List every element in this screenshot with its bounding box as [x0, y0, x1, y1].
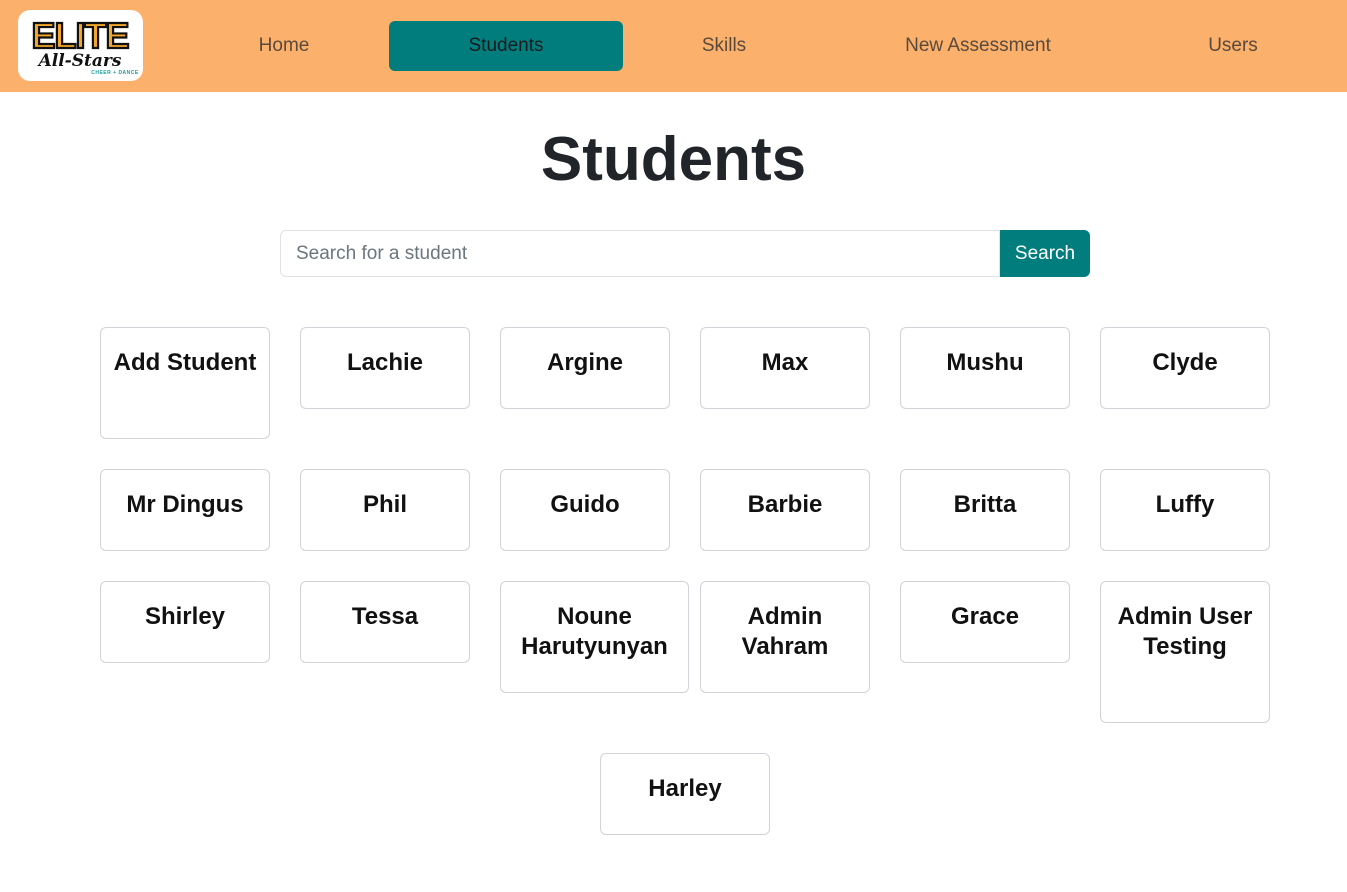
nav-users[interactable]: Users — [1133, 21, 1333, 71]
student-card[interactable]: Noune Harutyunyan — [500, 581, 689, 693]
student-card[interactable]: Admin User Testing — [1100, 581, 1270, 723]
page-title: Students — [540, 125, 807, 194]
nav-home[interactable]: Home — [184, 21, 384, 71]
student-card[interactable]: Lachie — [300, 327, 470, 409]
student-card[interactable]: Luffy — [1100, 469, 1270, 551]
student-card[interactable]: Britta — [900, 469, 1070, 551]
logo-title: ELITE — [31, 15, 128, 56]
add-student-button[interactable]: Add Student — [100, 327, 270, 439]
student-card[interactable]: Shirley — [100, 581, 270, 663]
student-card[interactable]: Mushu — [900, 327, 1070, 409]
logo-tagline: CHEER + DANCE — [91, 70, 139, 76]
student-card[interactable]: Guido — [500, 469, 670, 551]
student-card[interactable]: Max — [700, 327, 870, 409]
nav-skills[interactable]: Skills — [624, 21, 824, 71]
student-card[interactable]: Mr Dingus — [100, 469, 270, 551]
logo-subtitle: All-Stars — [37, 51, 122, 71]
student-card[interactable]: Harley — [600, 753, 770, 835]
student-card[interactable]: Tessa — [300, 581, 470, 663]
search-button[interactable]: Search — [1000, 230, 1090, 277]
logo-graphic: ELITE All-Stars CHEER + DANCE — [30, 14, 139, 76]
student-card[interactable]: Grace — [900, 581, 1070, 663]
nav-new-assessment[interactable]: New Assessment — [858, 21, 1098, 71]
nav-students[interactable]: Students — [389, 21, 623, 71]
student-card[interactable]: Barbie — [700, 469, 870, 551]
search-input[interactable] — [280, 230, 1000, 277]
student-card[interactable]: Admin Vahram — [700, 581, 870, 693]
student-card[interactable]: Argine — [500, 327, 670, 409]
navbar: ELITE All-Stars CHEER + DANCE Home Stude… — [0, 0, 1347, 92]
elite-all-stars-logo[interactable]: ELITE All-Stars CHEER + DANCE — [18, 10, 143, 81]
student-card[interactable]: Clyde — [1100, 327, 1270, 409]
student-card[interactable]: Phil — [300, 469, 470, 551]
